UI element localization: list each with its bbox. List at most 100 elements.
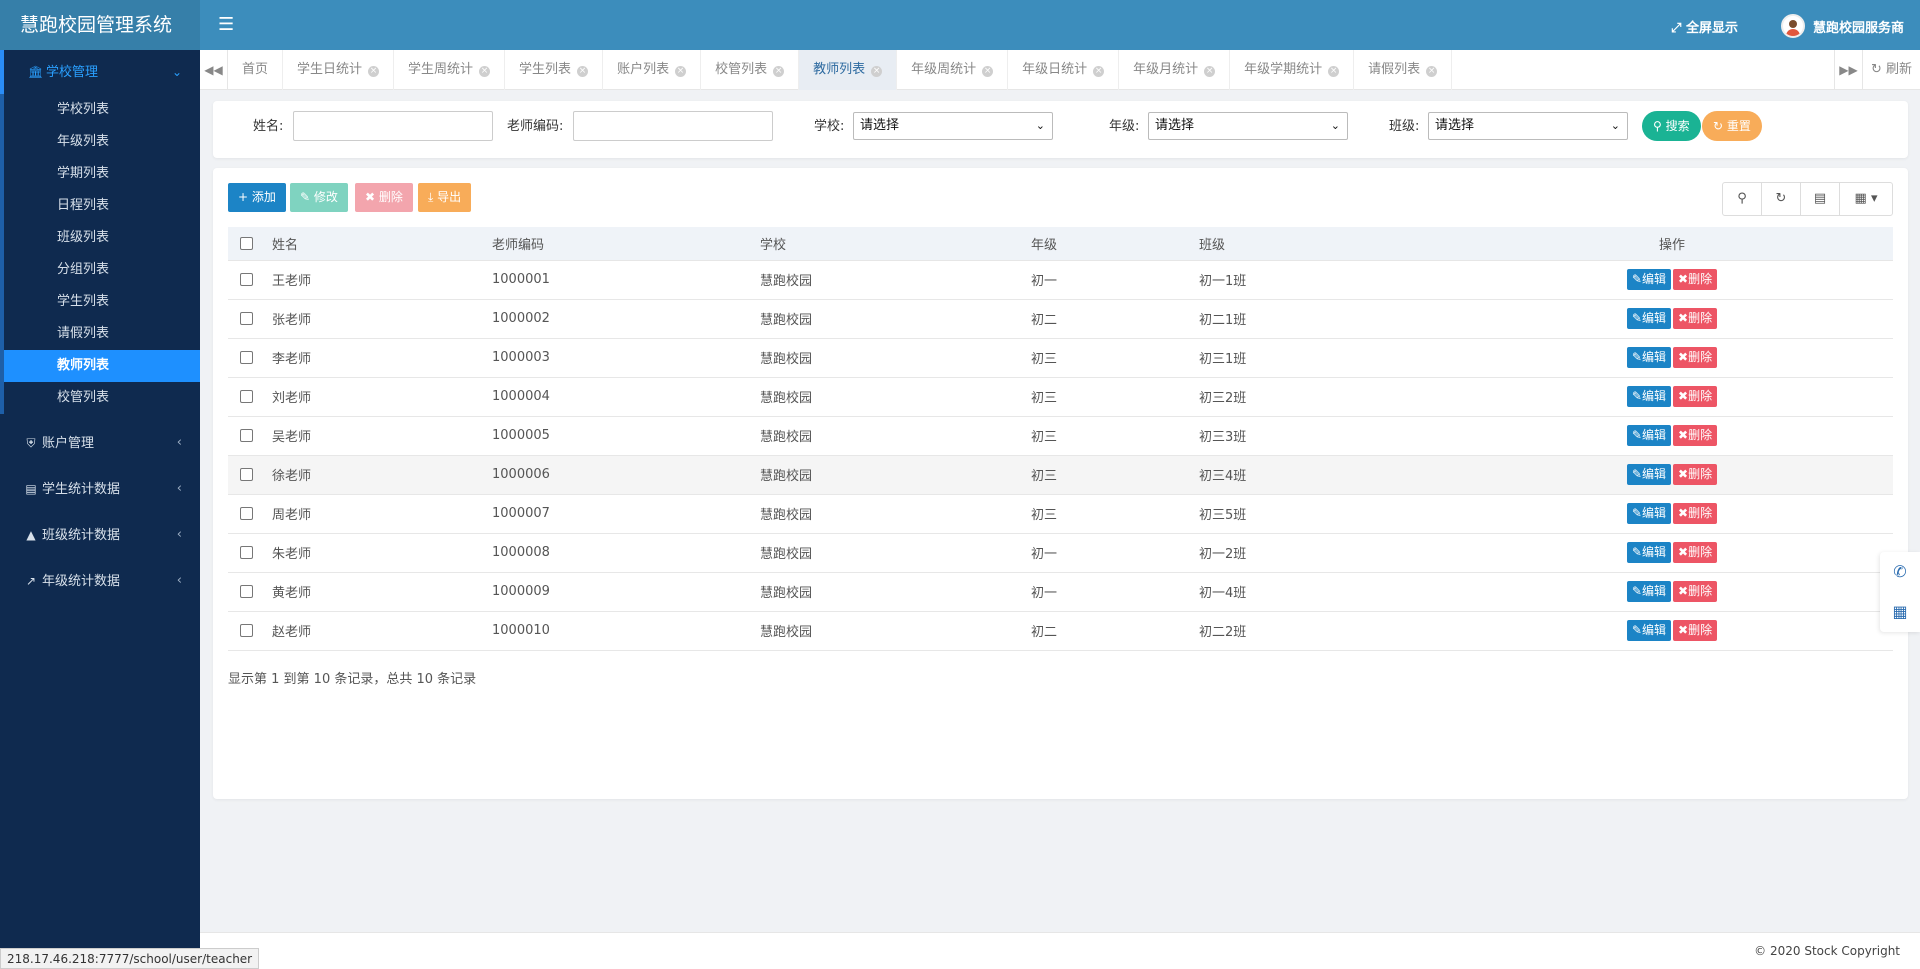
fullscreen-button[interactable]: ⤢ 全屏显示 (1671, 17, 1738, 36)
tab-grade-weekly-stats[interactable]: 年级周统计 × (897, 50, 1009, 90)
search-button[interactable]: ⚲ 搜索 (1642, 111, 1701, 141)
reset-button[interactable]: ↻ 重置 (1702, 111, 1762, 141)
menu-toggle-icon[interactable]: ☰ (218, 14, 234, 35)
close-icon[interactable]: × (1426, 66, 1438, 77)
sidebar-item-leave-list[interactable]: 请假列表 (4, 318, 200, 350)
tab-refresh-button[interactable]: ↻ 刷新 (1862, 50, 1920, 90)
close-icon[interactable]: × (1204, 66, 1216, 77)
row-edit-button[interactable]: ✎编辑 (1626, 503, 1671, 524)
row-checkbox[interactable] (239, 351, 253, 364)
row-checkbox[interactable] (239, 546, 253, 559)
grade-select[interactable]: 请选择 ⌄ (1148, 112, 1348, 140)
column-header-class[interactable]: 班级 (1191, 227, 1451, 261)
name-input[interactable] (293, 111, 493, 141)
table-row[interactable]: 赵老师 1000010 慧跑校园 初二 初二2班 ✎编辑 ✖删除 (228, 611, 1893, 651)
row-edit-button[interactable]: ✎编辑 (1626, 581, 1671, 602)
row-edit-button[interactable]: ✎编辑 (1626, 308, 1671, 329)
sidebar-item-teacher-list[interactable]: 教师列表 (4, 350, 200, 382)
search-toggle-button[interactable]: ⚲ (1723, 183, 1762, 215)
tab-account-list[interactable]: 账户列表 × (603, 50, 702, 90)
menu-head-grade-stats[interactable]: ↗ 年级统计数据 ‹ (0, 558, 200, 604)
close-icon[interactable]: × (368, 66, 380, 77)
table-row[interactable]: 徐老师 1000006 慧跑校园 初三 初三4班 ✎编辑 ✖删除 (228, 455, 1893, 495)
sidebar-item-admin-list[interactable]: 校管列表 (4, 382, 200, 414)
row-checkbox[interactable] (239, 390, 253, 403)
row-edit-button[interactable]: ✎编辑 (1626, 620, 1671, 641)
row-delete-button[interactable]: ✖删除 (1673, 581, 1718, 602)
row-checkbox[interactable] (239, 273, 253, 286)
row-edit-button[interactable]: ✎编辑 (1626, 542, 1671, 563)
delete-button[interactable]: ✖ 删除 (355, 183, 413, 212)
toggle-view-button[interactable]: ▤ (1801, 183, 1840, 215)
tab-teacher-list[interactable]: 教师列表 × (799, 50, 898, 90)
row-delete-button[interactable]: ✖删除 (1673, 620, 1718, 641)
column-header-name[interactable]: 姓名 (264, 227, 484, 261)
row-checkbox[interactable] (239, 312, 253, 325)
teacher-code-input[interactable] (573, 111, 773, 141)
close-icon[interactable]: × (871, 66, 883, 77)
columns-button[interactable]: ▦ ▾ (1840, 183, 1892, 215)
qr-code-icon[interactable]: ▦ (1880, 592, 1920, 632)
table-row[interactable]: 周老师 1000007 慧跑校园 初三 初三5班 ✎编辑 ✖删除 (228, 494, 1893, 534)
close-icon[interactable]: × (675, 66, 687, 77)
tab-student-list[interactable]: 学生列表 × (505, 50, 604, 90)
close-icon[interactable]: × (773, 66, 785, 77)
row-delete-button[interactable]: ✖删除 (1673, 542, 1718, 563)
menu-head-account-management[interactable]: ⛨ 账户管理 ‹ (0, 420, 200, 466)
row-delete-button[interactable]: ✖删除 (1673, 269, 1718, 290)
row-checkbox[interactable] (239, 429, 253, 442)
row-delete-button[interactable]: ✖删除 (1673, 464, 1718, 485)
tab-leave-list[interactable]: 请假列表 × (1354, 50, 1453, 90)
tab-scroll-left-button[interactable]: ◀◀ (200, 50, 228, 90)
table-row[interactable]: 张老师 1000002 慧跑校园 初二 初二1班 ✎编辑 ✖删除 (228, 299, 1893, 339)
row-edit-button[interactable]: ✎编辑 (1626, 464, 1671, 485)
sidebar-item-class-list[interactable]: 班级列表 (4, 222, 200, 254)
sidebar-item-grade-list[interactable]: 年级列表 (4, 126, 200, 158)
select-all-checkbox[interactable] (239, 236, 253, 250)
add-button[interactable]: + 添加 (228, 183, 286, 212)
user-menu[interactable]: 慧跑校园服务商 (1780, 14, 1904, 38)
close-icon[interactable]: × (479, 66, 491, 77)
table-row[interactable]: 黄老师 1000009 慧跑校园 初一 初一4班 ✎编辑 ✖删除 (228, 572, 1893, 612)
row-edit-button[interactable]: ✎编辑 (1626, 347, 1671, 368)
table-row[interactable]: 王老师 1000001 慧跑校园 初一 初一1班 ✎编辑 ✖删除 (228, 260, 1893, 300)
tab-grade-monthly-stats[interactable]: 年级月统计 × (1119, 50, 1231, 90)
sidebar-item-student-list[interactable]: 学生列表 (4, 286, 200, 318)
column-header-grade[interactable]: 年级 (1023, 227, 1191, 261)
sidebar-item-schedule-list[interactable]: 日程列表 (4, 190, 200, 222)
row-checkbox[interactable] (239, 468, 253, 481)
table-row[interactable]: 吴老师 1000005 慧跑校园 初三 初三3班 ✎编辑 ✖删除 (228, 416, 1893, 456)
tab-admin-list[interactable]: 校管列表 × (701, 50, 800, 90)
row-edit-button[interactable]: ✎编辑 (1626, 269, 1671, 290)
row-delete-button[interactable]: ✖删除 (1673, 347, 1718, 368)
row-edit-button[interactable]: ✎编辑 (1626, 425, 1671, 446)
sidebar-item-term-list[interactable]: 学期列表 (4, 158, 200, 190)
table-row[interactable]: 刘老师 1000004 慧跑校园 初三 初三2班 ✎编辑 ✖删除 (228, 377, 1893, 417)
edit-button[interactable]: ✎ 修改 (290, 183, 348, 212)
phone-icon[interactable]: ✆ (1880, 552, 1920, 592)
refresh-button[interactable]: ↻ (1762, 183, 1801, 215)
tab-student-weekly-stats[interactable]: 学生周统计 × (394, 50, 506, 90)
menu-head-student-stats[interactable]: ▤ 学生统计数据 ‹ (0, 466, 200, 512)
tab-student-daily-stats[interactable]: 学生日统计 × (283, 50, 395, 90)
row-checkbox[interactable] (239, 585, 253, 598)
sidebar-item-school-list[interactable]: 学校列表 (4, 94, 200, 126)
close-icon[interactable]: × (577, 66, 589, 77)
column-header-code[interactable]: 老师编码 (484, 227, 752, 261)
close-icon[interactable]: × (1328, 66, 1340, 77)
menu-head-class-stats[interactable]: ▲ 班级统计数据 ‹ (0, 512, 200, 558)
row-checkbox[interactable] (239, 507, 253, 520)
tab-grade-term-stats[interactable]: 年级学期统计 × (1230, 50, 1355, 90)
tab-scroll-right-button[interactable]: ▶▶ (1834, 50, 1862, 90)
row-delete-button[interactable]: ✖删除 (1673, 425, 1718, 446)
close-icon[interactable]: × (1093, 66, 1105, 77)
table-row[interactable]: 朱老师 1000008 慧跑校园 初一 初一2班 ✎编辑 ✖删除 (228, 533, 1893, 573)
row-delete-button[interactable]: ✖删除 (1673, 503, 1718, 524)
export-button[interactable]: ⤓ 导出 (418, 183, 472, 212)
row-delete-button[interactable]: ✖删除 (1673, 308, 1718, 329)
class-select[interactable]: 请选择 ⌄ (1428, 112, 1628, 140)
table-row[interactable]: 李老师 1000003 慧跑校园 初三 初三1班 ✎编辑 ✖删除 (228, 338, 1893, 378)
close-icon[interactable]: × (982, 66, 994, 77)
school-select[interactable]: 请选择 ⌄ (853, 112, 1053, 140)
row-edit-button[interactable]: ✎编辑 (1626, 386, 1671, 407)
